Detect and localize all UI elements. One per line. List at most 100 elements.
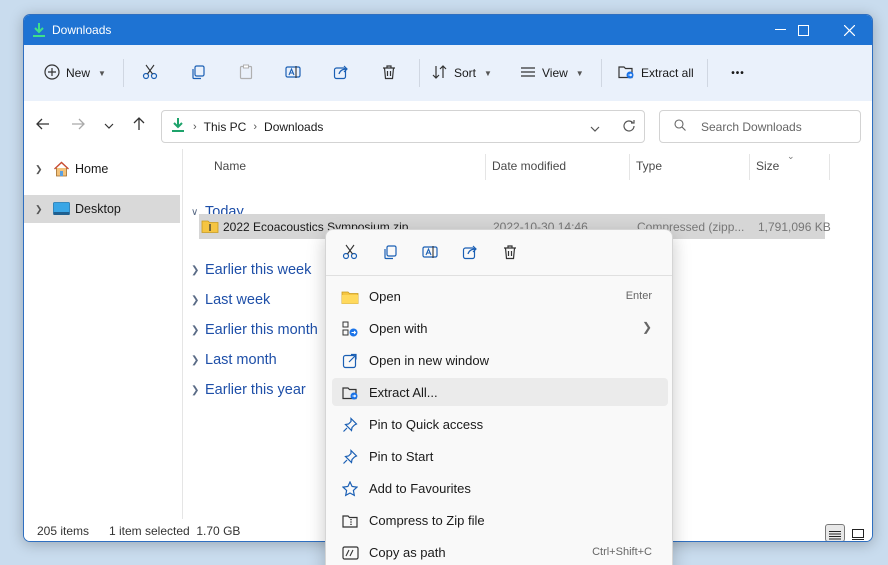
- menu-item-copy-as-path[interactable]: Copy as path Ctrl+Shift+C: [332, 538, 668, 565]
- copy-icon: [190, 64, 206, 83]
- menu-item-extract-all[interactable]: Extract All...: [332, 378, 668, 406]
- chevron-down-icon: ▼: [98, 68, 106, 78]
- scissors-icon: [342, 244, 358, 263]
- group-header-last-week[interactable]: ❯ Last week: [191, 288, 270, 312]
- copy-icon: [382, 244, 398, 263]
- menu-item-open-in-new-window[interactable]: Open in new window: [332, 346, 668, 374]
- sidebar-item-desktop[interactable]: ❯ Desktop: [24, 195, 180, 223]
- search-input[interactable]: Search Downloads: [659, 110, 861, 143]
- tiles-view-button[interactable]: [848, 524, 868, 541]
- expand-chevron-icon[interactable]: ❯: [35, 204, 43, 215]
- details-view-button[interactable]: [825, 524, 845, 541]
- trash-icon: [381, 64, 397, 83]
- breadcrumb-this-pc[interactable]: This PC: [204, 120, 247, 134]
- rename-icon: [422, 244, 438, 263]
- menu-item-shortcut: Enter: [625, 290, 652, 302]
- view-list-icon: [520, 64, 536, 83]
- group-header-earlier-this-week[interactable]: ❯ Earlier this week: [191, 258, 311, 282]
- expand-chevron-icon[interactable]: ❯: [35, 164, 43, 175]
- refresh-icon[interactable]: [622, 119, 636, 136]
- command-bar: New ▼ Sort ▼ View ▼ Extract all •••: [24, 45, 872, 101]
- view-button[interactable]: View ▼: [520, 59, 584, 87]
- group-header-earlier-this-year[interactable]: ❯ Earlier this year: [191, 378, 306, 402]
- rename-button[interactable]: [418, 242, 442, 264]
- delete-button[interactable]: [373, 59, 405, 87]
- expand-chevron-icon: ❯: [191, 294, 200, 306]
- column-header-name[interactable]: Name: [214, 159, 246, 173]
- home-icon: [53, 161, 70, 180]
- column-header-size[interactable]: Size: [756, 159, 779, 173]
- extract-all-button[interactable]: Extract all: [618, 59, 694, 87]
- window-title: Downloads: [52, 23, 112, 37]
- rename-icon: [285, 64, 301, 83]
- menu-item-label: Extract All...: [369, 385, 438, 400]
- group-label: Last month: [205, 352, 277, 368]
- sort-button[interactable]: Sort ▼: [432, 59, 492, 87]
- menu-item-label: Open with: [369, 321, 428, 336]
- menu-item-label: Open: [369, 289, 401, 304]
- sidebar-item-label: Home: [75, 162, 109, 176]
- group-header-earlier-this-month[interactable]: ❯ Earlier this month: [191, 318, 318, 342]
- search-placeholder: Search Downloads: [701, 119, 802, 134]
- column-divider[interactable]: [749, 154, 750, 180]
- back-arrow-icon[interactable]: [36, 117, 50, 134]
- toolbar-divider: [123, 59, 124, 87]
- extract-all-label: Extract all: [641, 66, 694, 80]
- toolbar-divider: [707, 59, 708, 87]
- cut-button[interactable]: [134, 59, 166, 87]
- expand-chevron-icon: ❯: [191, 354, 200, 366]
- address-row: › This PC › Downloads Search Downloads: [24, 101, 872, 149]
- share-button[interactable]: [458, 242, 482, 264]
- menu-item-open[interactable]: Open Enter: [332, 282, 668, 310]
- menu-item-add-to-favourites[interactable]: Add to Favourites: [332, 474, 668, 502]
- menu-item-open-with[interactable]: Open with ❯: [332, 314, 668, 342]
- column-divider[interactable]: [829, 154, 830, 180]
- copy-button[interactable]: [182, 59, 214, 87]
- close-button[interactable]: [826, 15, 872, 45]
- forward-arrow-icon[interactable]: [71, 117, 85, 134]
- share-button[interactable]: [325, 59, 357, 87]
- new-button[interactable]: New ▼: [44, 59, 106, 87]
- group-header-last-month[interactable]: ❯ Last month: [191, 348, 277, 372]
- maximize-button[interactable]: [780, 15, 826, 45]
- paste-button[interactable]: [230, 59, 262, 87]
- item-count: 205 items: [37, 524, 90, 538]
- cut-button[interactable]: [338, 242, 362, 264]
- group-label: Earlier this week: [205, 262, 312, 278]
- trash-icon: [502, 244, 518, 263]
- extract-folder-icon: [341, 384, 359, 402]
- selection-info: 1 item selected 1.70 GB: [109, 524, 241, 538]
- column-divider[interactable]: [629, 154, 630, 180]
- context-quick-actions: [326, 230, 672, 276]
- sidebar-item-home[interactable]: ❯ Home: [24, 155, 180, 183]
- toolbar-divider: [419, 59, 420, 87]
- column-header-type[interactable]: Type: [636, 159, 662, 173]
- sort-label: Sort: [454, 66, 477, 80]
- menu-item-shortcut: Ctrl+Shift+C: [592, 546, 652, 558]
- title-bar: Downloads: [24, 15, 872, 45]
- context-menu: Open Enter Open with ❯ Open in new windo…: [325, 229, 673, 565]
- delete-button[interactable]: [498, 242, 522, 264]
- menu-item-label: Pin to Quick access: [369, 417, 484, 432]
- sort-chevron-icon: ⌄: [787, 151, 795, 161]
- rename-button[interactable]: [277, 59, 309, 87]
- menu-item-pin-quick-access[interactable]: Pin to Quick access: [332, 410, 668, 438]
- group-label: Earlier this year: [205, 382, 306, 398]
- column-header-date[interactable]: Date modified: [492, 159, 566, 173]
- pin-icon: [341, 416, 359, 434]
- address-bar[interactable]: › This PC › Downloads: [161, 110, 645, 143]
- more-options-button[interactable]: •••: [722, 59, 754, 87]
- open-with-icon: [341, 320, 359, 338]
- column-divider[interactable]: [485, 154, 486, 180]
- breadcrumb-downloads[interactable]: Downloads: [264, 120, 323, 134]
- up-arrow-icon[interactable]: [132, 117, 146, 134]
- new-label: New: [66, 66, 91, 80]
- menu-item-pin-to-start[interactable]: Pin to Start: [332, 442, 668, 470]
- sidebar-item-label: Desktop: [75, 202, 121, 216]
- view-label: View: [542, 66, 568, 80]
- new-window-icon: [341, 352, 359, 370]
- recent-locations-chevron-icon[interactable]: [104, 119, 114, 133]
- address-history-chevron-icon[interactable]: [590, 122, 600, 136]
- menu-item-compress-to-zip[interactable]: Compress to Zip file: [332, 506, 668, 534]
- copy-button[interactable]: [378, 242, 402, 264]
